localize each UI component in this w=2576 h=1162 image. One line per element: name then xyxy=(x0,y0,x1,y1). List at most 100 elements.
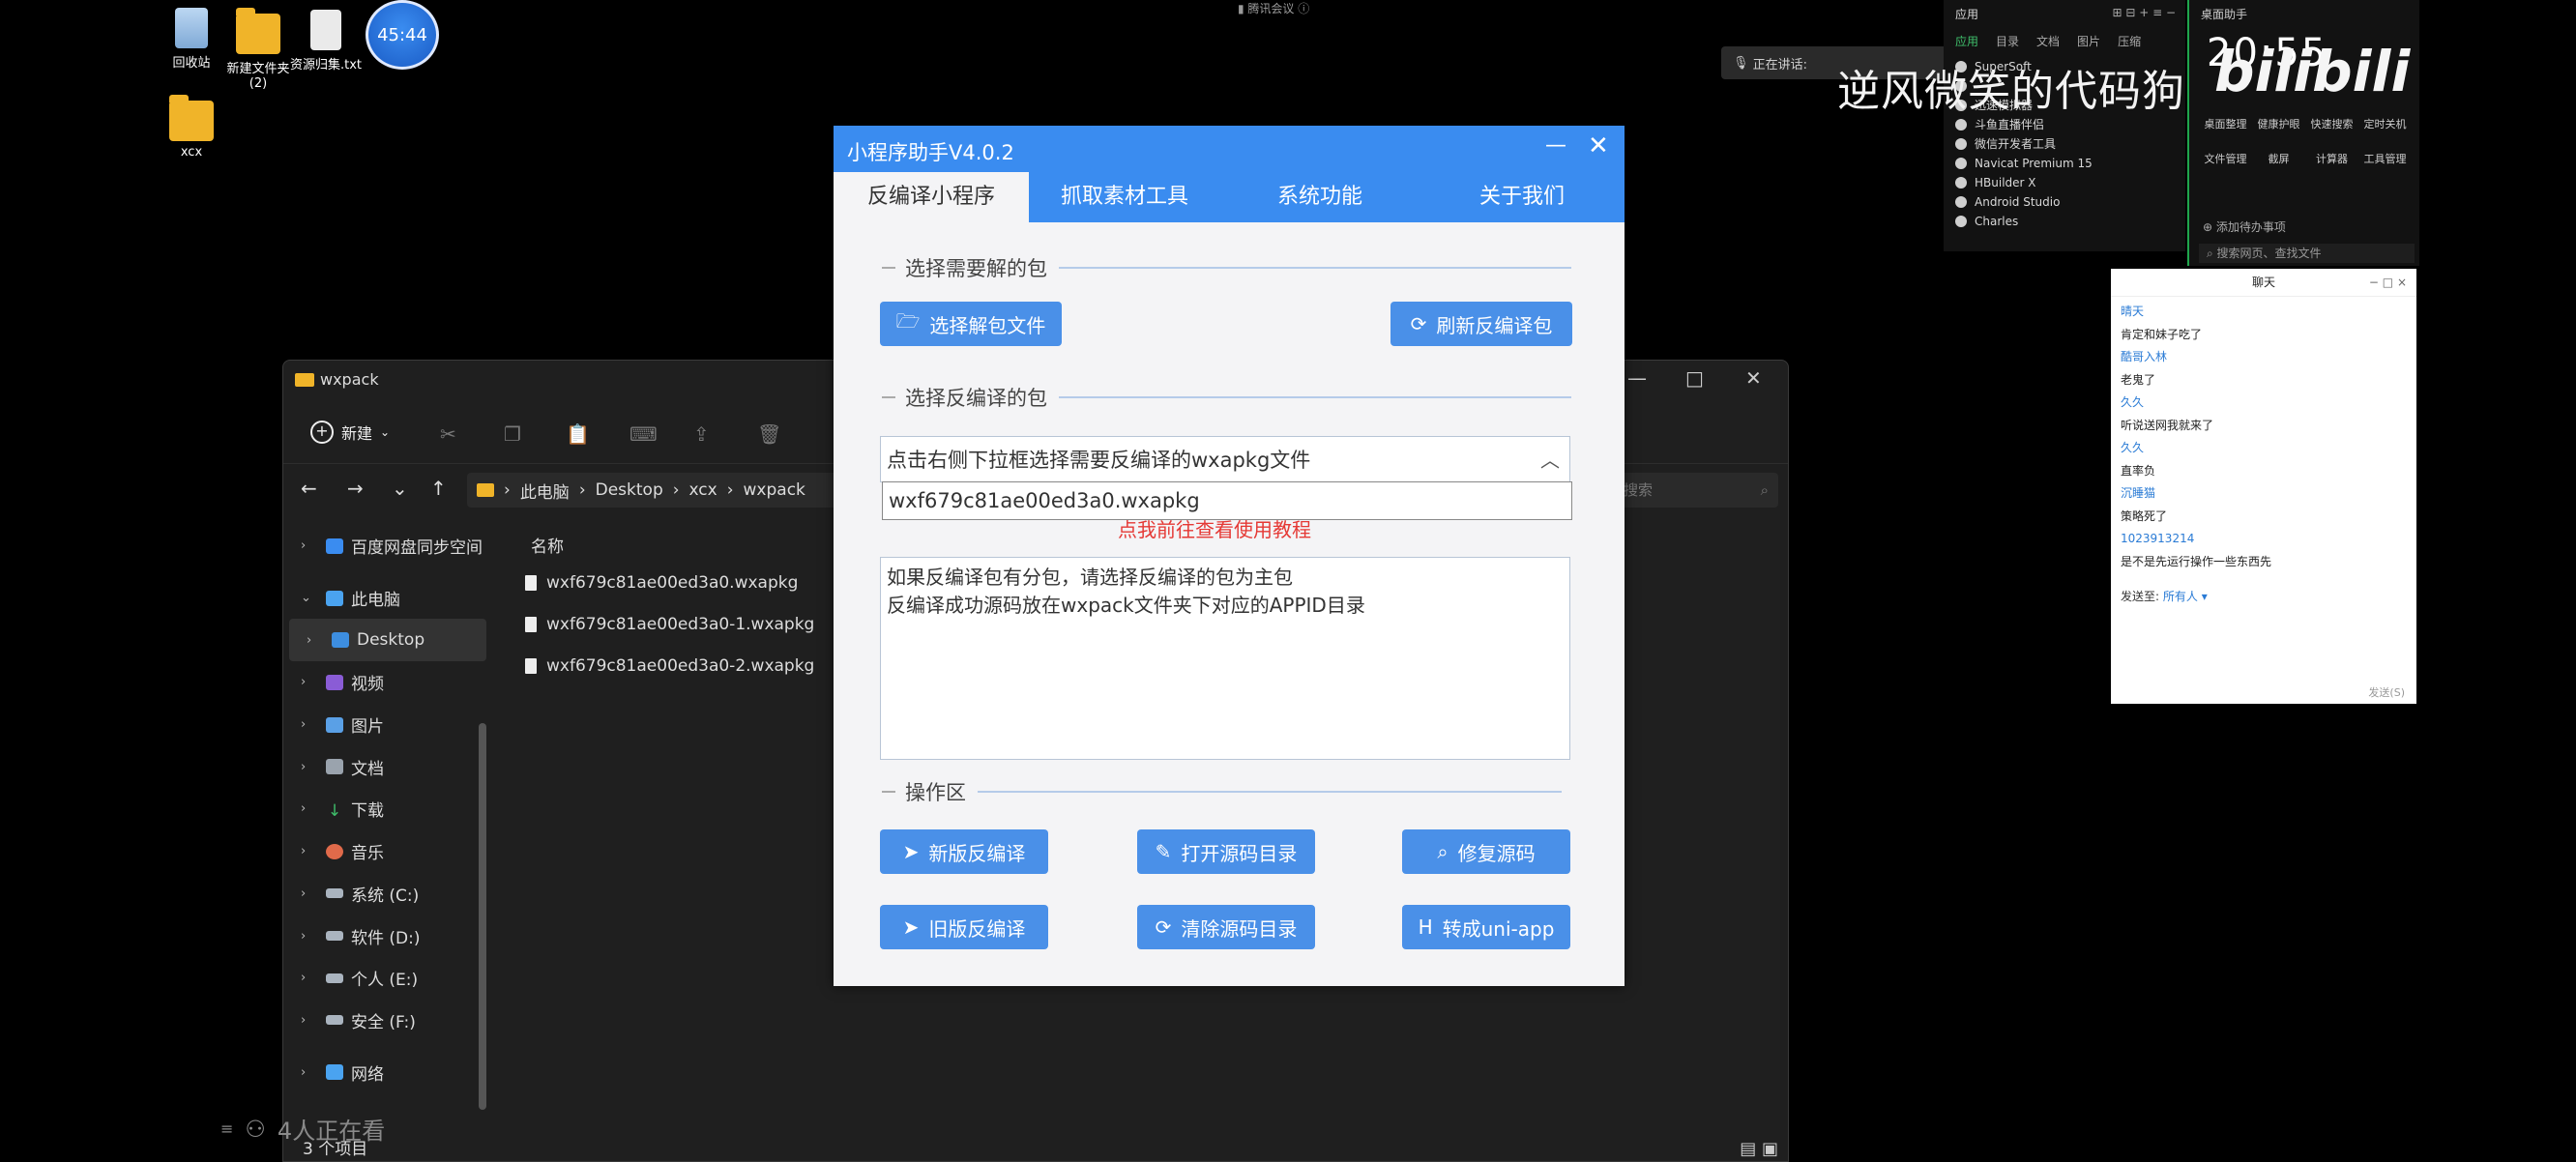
launcher-tab[interactable]: 文档 xyxy=(2036,33,2060,49)
sidebar-item-pictures[interactable]: › 图片 xyxy=(283,704,486,746)
launcher-app-item[interactable]: 斗鱼直播伴侣 xyxy=(1955,115,2185,134)
launcher-tools-icon[interactable]: ⊞ ⊟ + ≡ − xyxy=(2112,6,2176,19)
folder-icon xyxy=(295,372,314,387)
tab-about[interactable]: 关于我们 xyxy=(1420,172,1625,222)
send-to-selector[interactable]: 发送至: 所有人 ▾ xyxy=(2121,588,2407,604)
launcher-tab[interactable]: 目录 xyxy=(1996,33,2019,49)
desk-helper-action[interactable]: 计算器 xyxy=(2305,151,2358,166)
tab-system[interactable]: 系统功能 xyxy=(1220,172,1420,222)
convert-uniapp-button[interactable]: H 转成uni-app xyxy=(1402,905,1570,949)
rename-icon[interactable]: ⌨ xyxy=(629,422,658,446)
desktop-icon-txt-file[interactable]: 资源归集.txt xyxy=(273,10,379,73)
bilibili-logo: bilibili xyxy=(2214,39,2411,104)
clear-source-dir-button[interactable]: ⟳ 清除源码目录 xyxy=(1137,905,1315,949)
meeting-indicator[interactable]: ▮ 腾讯会议 ⓘ xyxy=(1238,0,1309,16)
sidebar-item-drive-d[interactable]: › 软件 (D:) xyxy=(283,915,486,957)
launcher-app-item[interactable]: Android Studio xyxy=(1955,192,2185,212)
sidebar-item-music[interactable]: › 音乐 xyxy=(283,830,486,873)
minimize-icon[interactable]: — xyxy=(1545,133,1566,158)
delete-icon[interactable]: 🗑 xyxy=(757,422,781,446)
chat-sender: 久久 xyxy=(2121,441,2145,454)
mini-program-helper-dialog: 小程序助手V4.0.2 — ✕ 反编译小程序 抓取素材工具 系统功能 关于我们 … xyxy=(834,126,1625,986)
sidebar-item-drive-f[interactable]: › 安全 (F:) xyxy=(283,1000,486,1042)
desk-helper-search-input[interactable]: ⌕ 搜索网页、查找文件 xyxy=(2199,244,2415,263)
fix-source-button[interactable]: ⌕ 修复源码 xyxy=(1402,829,1570,874)
music-icon xyxy=(326,843,343,859)
view-toggle-icon[interactable]: ▤ ▣ xyxy=(1740,1139,1778,1159)
sidebar-item-videos[interactable]: › 视频 xyxy=(283,661,486,704)
launcher-app-item[interactable]: Navicat Premium 15 xyxy=(1955,154,2185,173)
chat-title: 聊天 − □ × xyxy=(2111,269,2416,297)
launcher-tab[interactable]: 压缩 xyxy=(2118,33,2141,49)
explorer-search-input[interactable]: 搜索 ⌕ xyxy=(1616,473,1778,508)
recent-chevron-icon[interactable]: ⌄ xyxy=(392,477,408,500)
forward-arrow-icon[interactable]: → xyxy=(347,477,364,500)
tab-grab-assets[interactable]: 抓取素材工具 xyxy=(1029,172,1220,222)
chat-message: 听说送网我就来了 xyxy=(2121,418,2214,432)
desk-helper-action[interactable]: 桌面整理 xyxy=(2199,116,2252,131)
package-dropdown[interactable]: 点击右侧下拉框选择需要反编译的wxapkg文件 ︿ xyxy=(880,436,1570,482)
add-todo-link[interactable]: ⊕ 添加待办事项 xyxy=(2203,218,2286,235)
plus-icon: + xyxy=(310,421,334,444)
desk-helper-action[interactable]: 快速搜索 xyxy=(2305,116,2358,131)
old-decompile-button[interactable]: ➤ 旧版反编译 xyxy=(880,905,1048,949)
tab-decompile[interactable]: 反编译小程序 xyxy=(834,172,1029,222)
desk-helper-action[interactable]: 工具管理 xyxy=(2358,151,2412,166)
timer-badge[interactable]: 45:44 xyxy=(366,0,439,70)
dropdown-option[interactable]: wxf679c81ae00ed3a0.wxapkg xyxy=(882,481,1572,520)
select-package-button[interactable]: 🗁 选择解包文件 xyxy=(880,302,1062,346)
sidebar-item-network[interactable]: › 网络 xyxy=(283,1051,486,1093)
open-source-dir-button[interactable]: ✎ 打开源码目录 xyxy=(1137,829,1315,874)
breadcrumb-item[interactable]: xcx xyxy=(689,480,717,500)
dialog-header: 小程序助手V4.0.2 — ✕ 反编译小程序 抓取素材工具 系统功能 关于我们 xyxy=(834,126,1625,222)
breadcrumb-item[interactable]: Desktop xyxy=(596,480,663,500)
launcher-app-item[interactable]: 微信开发者工具 xyxy=(1955,134,2185,154)
refresh-package-button[interactable]: ⟳ 刷新反编译包 xyxy=(1390,302,1572,346)
up-arrow-icon[interactable]: ↑ xyxy=(430,477,447,500)
drive-icon xyxy=(326,973,343,983)
copy-icon[interactable]: ❐ xyxy=(504,422,521,446)
sidebar-item-baidu-sync[interactable]: › 百度网盘同步空间 xyxy=(283,525,486,567)
network-icon xyxy=(326,1064,343,1081)
new-decompile-button[interactable]: ➤ 新版反编译 xyxy=(880,829,1048,874)
launcher-tab[interactable]: 应用 xyxy=(1955,33,1978,49)
window-controls-icon[interactable]: − □ × xyxy=(2369,269,2407,296)
new-item-button[interactable]: + 新建 ⌄ xyxy=(310,421,390,444)
back-arrow-icon[interactable]: ← xyxy=(301,477,317,500)
breadcrumb-item[interactable]: 此电脑 xyxy=(520,479,570,503)
share-icon[interactable]: ⇪ xyxy=(693,422,710,446)
chevron-up-icon[interactable]: ︿ xyxy=(1540,437,1560,483)
launcher-app-item[interactable]: HBuilder X xyxy=(1955,173,2185,192)
file-row[interactable]: wxf679c81ae00ed3a0-1.wxapkg xyxy=(525,603,814,645)
text-file-icon xyxy=(310,10,341,50)
sidebar-item-drive-c[interactable]: › 系统 (C:) xyxy=(283,873,486,915)
send-button[interactable]: 发送(S) xyxy=(2368,684,2405,700)
file-row[interactable]: wxf679c81ae00ed3a0-2.wxapkg xyxy=(525,645,814,686)
launcher-app-item[interactable]: Charles xyxy=(1955,212,2185,231)
sidebar-item-desktop[interactable]: › Desktop xyxy=(289,619,486,662)
launcher-tab[interactable]: 图片 xyxy=(2077,33,2100,49)
column-header-name[interactable]: 名称 xyxy=(525,533,814,562)
paste-icon[interactable]: 📋 xyxy=(566,422,590,446)
file-row[interactable]: wxf679c81ae00ed3a0.wxapkg xyxy=(525,562,814,603)
close-icon[interactable]: ✕ xyxy=(1588,131,1609,160)
cut-icon[interactable]: ✂ xyxy=(440,422,456,446)
sidebar-item-downloads[interactable]: › ↓ 下载 xyxy=(283,788,486,830)
minimize-icon[interactable]: — xyxy=(1627,366,1647,390)
sidebar-item-documents[interactable]: › 文档 xyxy=(283,745,486,788)
sidebar-item-drive-e[interactable]: › 个人 (E:) xyxy=(283,957,486,1000)
sidebar-item-this-pc[interactable]: ⌄ 此电脑 xyxy=(283,577,486,620)
maximize-icon[interactable]: □ xyxy=(1685,366,1704,390)
info-textarea[interactable]: 如果反编译包有分包，请选择反编译的包为主包 反编译成功源码放在wxpack文件夹… xyxy=(880,557,1570,760)
desktop-icon-xcx-folder[interactable]: xcx xyxy=(138,95,245,160)
signal-icon: ▮ xyxy=(1238,2,1248,15)
close-icon[interactable]: ✕ xyxy=(1745,366,1762,390)
breadcrumb-item[interactable]: wxpack xyxy=(744,480,805,500)
desktop-icon-label: 资源归集.txt xyxy=(289,58,363,73)
sidebar-scrollbar[interactable] xyxy=(479,723,486,1110)
desk-helper-action[interactable]: 文件管理 xyxy=(2199,151,2252,166)
desk-helper-action[interactable]: 健康护眼 xyxy=(2252,116,2305,131)
desk-helper-action[interactable]: 截屏 xyxy=(2252,151,2305,166)
desk-helper-action[interactable]: 定时关机 xyxy=(2358,116,2412,131)
chat-sender: 沉睡猫 xyxy=(2121,486,2156,500)
